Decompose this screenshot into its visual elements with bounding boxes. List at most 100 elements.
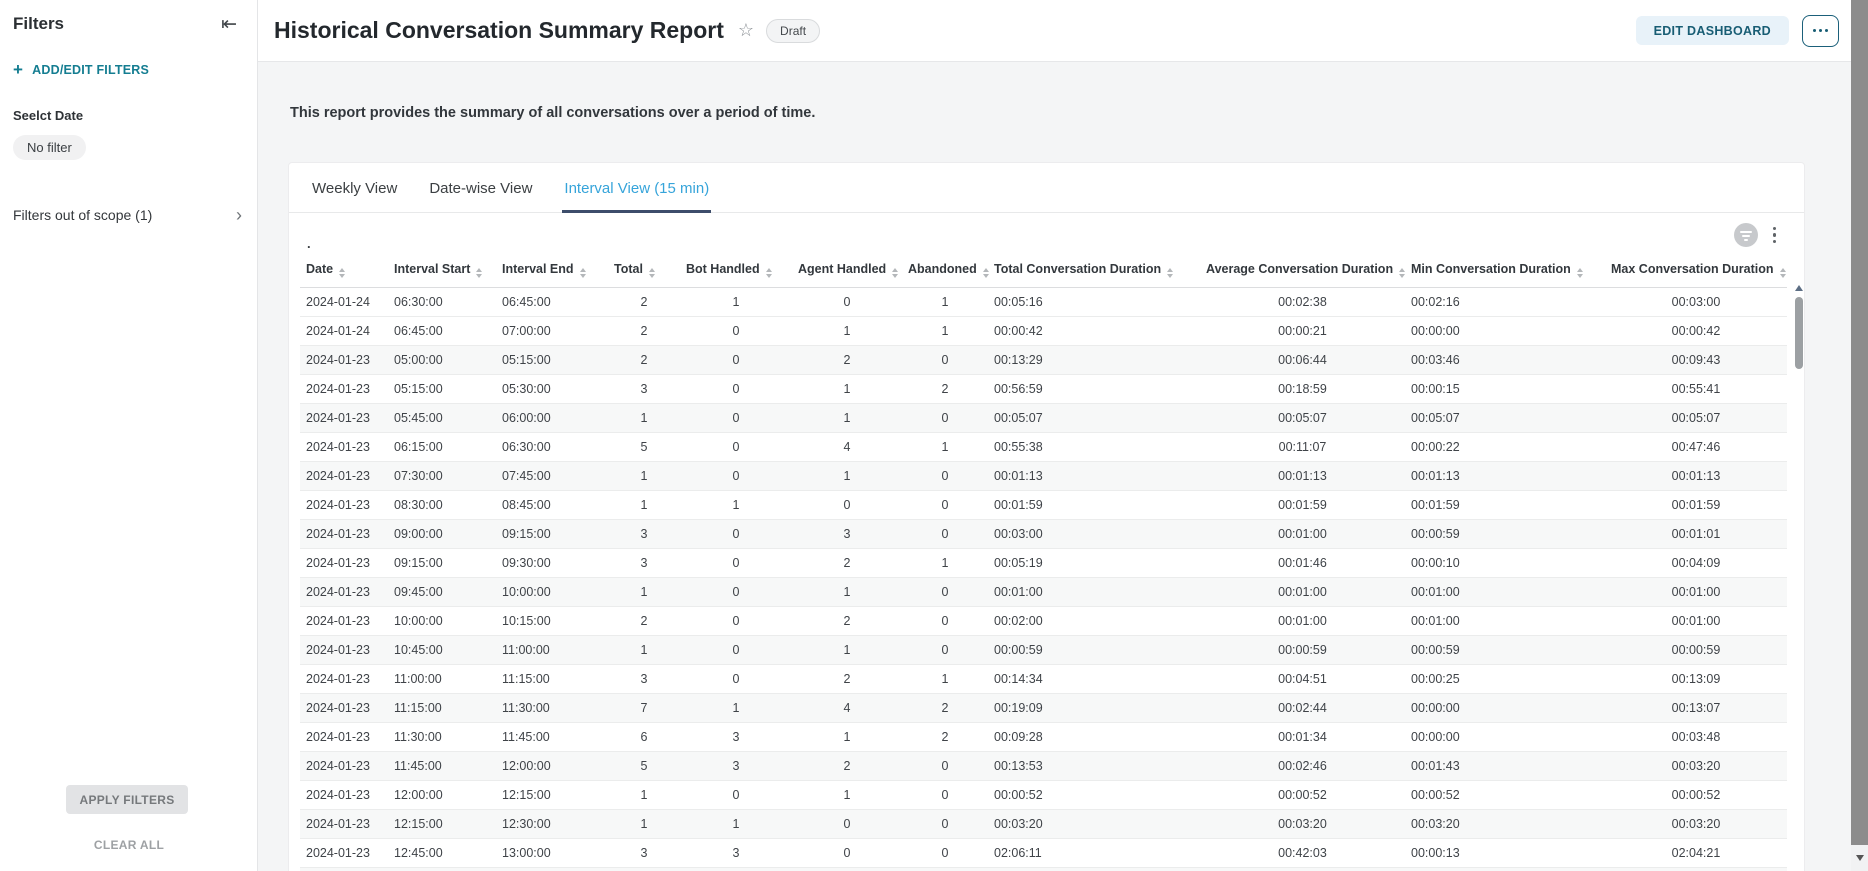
column-header-bot-handled[interactable]: Bot Handled bbox=[680, 254, 792, 288]
table-cell: 0 bbox=[680, 607, 792, 636]
table-cell: 00:03:20 bbox=[1605, 752, 1787, 781]
table-cell: 00:00:00 bbox=[1405, 868, 1605, 871]
column-header-min-conversation-duration[interactable]: Min Conversation Duration bbox=[1405, 254, 1605, 288]
table-cell: 00:05:07 bbox=[988, 404, 1200, 433]
table-cell: 0 bbox=[902, 520, 988, 549]
interval-table: DateInterval StartInterval EndTotalBot H… bbox=[300, 254, 1787, 871]
collapse-sidebar-icon[interactable]: ⇤ bbox=[221, 15, 237, 34]
table-row: 2024-01-2406:45:0007:00:00201100:00:4200… bbox=[300, 317, 1787, 346]
table-cell: 0 bbox=[902, 781, 988, 810]
table-cell: 00:03:00 bbox=[1605, 288, 1787, 317]
date-filter-chip[interactable]: No filter bbox=[13, 135, 86, 160]
more-options-button[interactable] bbox=[1802, 15, 1839, 47]
sort-icon[interactable] bbox=[339, 268, 345, 278]
table-cell: 05:30:00 bbox=[496, 375, 608, 404]
apply-filters-button[interactable]: APPLY FILTERS bbox=[66, 785, 188, 814]
column-header-agent-handled[interactable]: Agent Handled bbox=[792, 254, 902, 288]
table-row: 2024-01-2309:15:0009:30:00302100:05:1900… bbox=[300, 549, 1787, 578]
table-cell: 1 bbox=[792, 781, 902, 810]
table-cell: 2024-01-23 bbox=[300, 636, 388, 665]
table-cell: 1 bbox=[792, 404, 902, 433]
table-cell: 1 bbox=[792, 375, 902, 404]
table-cell: 00:01:01 bbox=[1605, 520, 1787, 549]
table-cell: 00:00:25 bbox=[1405, 665, 1605, 694]
table-cell: 00:01:59 bbox=[1200, 491, 1405, 520]
table-kebab-icon[interactable] bbox=[1771, 225, 1779, 246]
table-filter-icon[interactable] bbox=[1734, 223, 1758, 247]
sort-icon[interactable] bbox=[1577, 268, 1583, 278]
table-cell: 3 bbox=[680, 723, 792, 752]
table-cell: 2024-01-23 bbox=[300, 694, 388, 723]
page-scrollbar-thumb[interactable] bbox=[1851, 0, 1868, 845]
table-cell: 1 bbox=[680, 288, 792, 317]
table-cell: 13:30:00 bbox=[388, 868, 496, 871]
table-cell: 00:05:07 bbox=[1200, 404, 1405, 433]
table-cell: 00:47:46 bbox=[1605, 433, 1787, 462]
table-cell: 11:30:00 bbox=[496, 694, 608, 723]
sort-icon[interactable] bbox=[983, 268, 989, 278]
tab-weekly-view[interactable]: Weekly View bbox=[310, 163, 399, 213]
column-header-total-conversation-duration[interactable]: Total Conversation Duration bbox=[988, 254, 1200, 288]
column-header-interval-end[interactable]: Interval End bbox=[496, 254, 608, 288]
sort-icon[interactable] bbox=[1780, 268, 1786, 278]
table-cell: 09:30:00 bbox=[496, 549, 608, 578]
sort-icon[interactable] bbox=[580, 268, 586, 278]
filters-out-of-scope-row[interactable]: Filters out of scope (1) › bbox=[0, 206, 257, 224]
table-cell: 00:00:59 bbox=[1405, 636, 1605, 665]
table-cell: 2024-01-23 bbox=[300, 839, 388, 868]
table-cell: 1 bbox=[608, 462, 680, 491]
table-cell: 00:00:42 bbox=[988, 317, 1200, 346]
table-cell: 00:00:42 bbox=[1605, 317, 1787, 346]
scroll-down-button[interactable] bbox=[1851, 845, 1868, 871]
sort-icon[interactable] bbox=[1167, 268, 1173, 278]
table-cell: 00:01:13 bbox=[988, 462, 1200, 491]
column-header-abandoned[interactable]: Abandoned bbox=[902, 254, 988, 288]
scroll-up-icon[interactable] bbox=[1795, 285, 1803, 291]
table-row: 2024-01-2311:30:0011:45:00631200:09:2800… bbox=[300, 723, 1787, 752]
table-cell: 2 bbox=[792, 752, 902, 781]
table-cell: 09:45:00 bbox=[388, 578, 496, 607]
table-cell: 00:00:59 bbox=[1605, 636, 1787, 665]
table-cell: 11:45:00 bbox=[496, 723, 608, 752]
interval-table-area: DateInterval StartInterval EndTotalBot H… bbox=[300, 254, 1787, 871]
table-cell: 0 bbox=[680, 549, 792, 578]
column-header-date[interactable]: Date bbox=[300, 254, 388, 288]
table-cell: 3 bbox=[608, 839, 680, 868]
page-title: Historical Conversation Summary Report bbox=[274, 17, 724, 44]
column-header-interval-start[interactable]: Interval Start bbox=[388, 254, 496, 288]
table-scrollbar[interactable] bbox=[1794, 285, 1803, 871]
table-cell: 00:00:00 bbox=[1200, 868, 1405, 871]
edit-dashboard-button[interactable]: EDIT DASHBOARD bbox=[1636, 16, 1789, 45]
table-cell: 00:14:34 bbox=[988, 665, 1200, 694]
tab-interval-view-15-min-[interactable]: Interval View (15 min) bbox=[562, 163, 711, 213]
table-cell: 0 bbox=[902, 607, 988, 636]
add-edit-filters-button[interactable]: + ADD/EDIT FILTERS bbox=[0, 61, 257, 78]
table-cell: 06:00:00 bbox=[496, 404, 608, 433]
table-cell: 0 bbox=[902, 491, 988, 520]
table-cell: 12:30:00 bbox=[496, 810, 608, 839]
column-header-total[interactable]: Total bbox=[608, 254, 680, 288]
table-cell: 00:01:46 bbox=[1200, 549, 1405, 578]
table-scrollbar-thumb[interactable] bbox=[1795, 297, 1803, 369]
column-header-max-conversation-duration[interactable]: Max Conversation Duration bbox=[1605, 254, 1787, 288]
table-cell: 12:00:00 bbox=[496, 752, 608, 781]
sort-icon[interactable] bbox=[1399, 268, 1405, 278]
column-header-average-conversation-duration[interactable]: Average Conversation Duration bbox=[1200, 254, 1405, 288]
table-cell: 3 bbox=[792, 520, 902, 549]
tab-date-wise-view[interactable]: Date-wise View bbox=[427, 163, 534, 213]
table-cell: 00:19:09 bbox=[988, 694, 1200, 723]
table-cell: 00:01:00 bbox=[1200, 520, 1405, 549]
star-icon[interactable]: ☆ bbox=[738, 20, 754, 41]
table-cell: 13:00:00 bbox=[496, 839, 608, 868]
sort-icon[interactable] bbox=[476, 268, 482, 278]
plus-icon: + bbox=[13, 61, 23, 78]
sort-icon[interactable] bbox=[766, 268, 772, 278]
table-cell: 0 bbox=[792, 839, 902, 868]
page-scrollbar[interactable] bbox=[1851, 0, 1868, 871]
table-cell: 11:00:00 bbox=[496, 636, 608, 665]
sort-icon[interactable] bbox=[892, 268, 898, 278]
table-cell: 2024-01-23 bbox=[300, 404, 388, 433]
clear-all-button[interactable]: CLEAR ALL bbox=[0, 838, 258, 852]
table-cell: 00:00:52 bbox=[1605, 781, 1787, 810]
sort-icon[interactable] bbox=[649, 268, 655, 278]
